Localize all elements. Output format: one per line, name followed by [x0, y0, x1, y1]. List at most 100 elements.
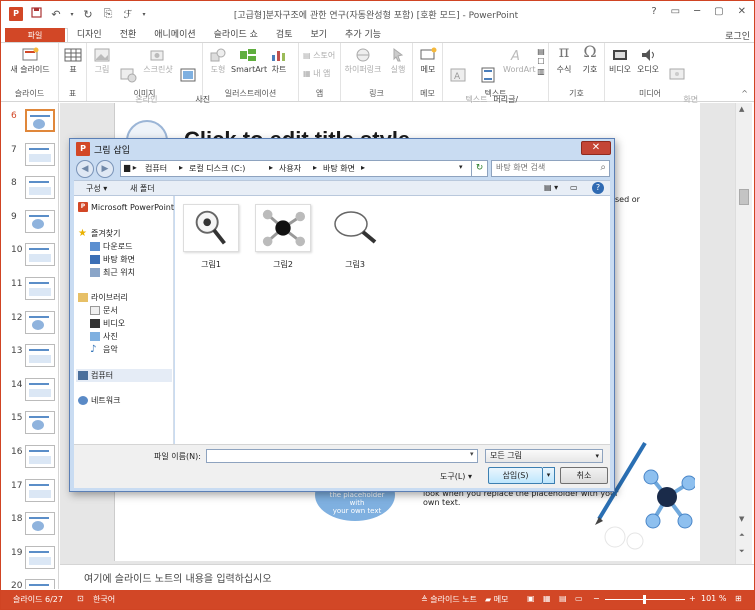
ribbon-display-icon[interactable]: ▭ — [671, 6, 680, 17]
file-item[interactable]: 그림2 — [253, 204, 313, 270]
slideshow-view-icon[interactable]: ▭ — [575, 594, 583, 603]
slide-thumbnail[interactable] — [25, 378, 55, 401]
login-link[interactable]: 로그인 — [725, 29, 750, 42]
dialog-title-bar[interactable]: P 그림 삽입 ✕ — [70, 139, 614, 159]
store-button[interactable]: ▤ 스토어 — [303, 51, 337, 61]
tab-addins[interactable]: 추가 기능 — [336, 28, 390, 43]
tab-animations[interactable]: 애니메이션 — [145, 28, 204, 43]
fit-slide-icon[interactable]: ⊞ — [735, 594, 742, 603]
dialog-close-icon[interactable]: ✕ — [581, 141, 611, 155]
spellcheck-icon[interactable]: ⊡ — [77, 594, 84, 603]
next-slide-icon[interactable]: ⏷ — [739, 547, 745, 556]
slide-thumbnail[interactable] — [25, 445, 55, 468]
action-button[interactable]: 실행 — [387, 47, 409, 75]
slide-thumbnail[interactable] — [25, 479, 55, 502]
nav-pictures[interactable]: 사진 — [90, 331, 118, 342]
previous-slide-icon[interactable]: ⏶ — [739, 531, 745, 540]
zoom-level[interactable]: 101 % — [701, 594, 726, 603]
table-button[interactable]: 표 — [63, 47, 83, 75]
forward-icon[interactable]: ▶ — [96, 160, 114, 178]
video-button[interactable]: 비디오 — [607, 47, 633, 75]
slide-thumbnail[interactable] — [25, 512, 55, 535]
tab-design[interactable]: 디자인 — [68, 28, 111, 43]
nav-network[interactable]: 네트워크 — [78, 395, 120, 406]
refresh-icon[interactable]: ↻ — [472, 160, 488, 177]
my-apps-button[interactable]: ▦ 내 앱 — [303, 69, 337, 79]
slide-thumbnail[interactable] — [25, 579, 55, 589]
nav-music[interactable]: ♪ 음악 — [90, 344, 118, 355]
filename-dropdown-icon[interactable]: ▾ — [470, 450, 474, 458]
picture-button[interactable]: 그림 — [91, 47, 113, 75]
comments-toggle[interactable]: ▰ 메모 — [485, 594, 508, 605]
nav-libraries[interactable]: 라이브러리 — [78, 292, 128, 303]
slide-thumbnail[interactable] — [25, 311, 55, 334]
nav-downloads[interactable]: 다운로드 — [90, 241, 132, 252]
organize-button[interactable]: 구성 ▾ — [86, 183, 107, 194]
nav-computer[interactable]: 컴퓨터 — [76, 369, 172, 382]
breadcrumb-desktop[interactable]: 바탕 화면 — [323, 163, 355, 174]
slide-thumbnail[interactable] — [25, 143, 55, 166]
slide-thumbnail[interactable] — [25, 176, 55, 199]
screenshot-button[interactable]: 스크린샷 — [143, 47, 173, 75]
nav-powerpoint[interactable]: P Microsoft PowerPoint — [78, 202, 174, 212]
language[interactable]: 한국어 — [93, 594, 115, 605]
scroll-up-icon[interactable]: ▲ — [739, 105, 744, 113]
audio-button[interactable]: 오디오 — [635, 47, 661, 75]
customize-dropdown-icon[interactable]: ▾ — [141, 11, 147, 18]
slide-thumbnail[interactable] — [25, 344, 55, 367]
symbol-button[interactable]: Ω 기호 — [579, 44, 601, 75]
presentation-icon[interactable]: ⎘ — [101, 7, 115, 21]
shapes-button[interactable]: 도형 — [207, 47, 229, 75]
search-icon[interactable]: ⌕ — [600, 162, 606, 173]
smartart-button[interactable]: SmartArt — [231, 47, 267, 75]
insert-button[interactable]: 삽입(S) — [488, 467, 543, 484]
redo-icon[interactable]: ↻ — [81, 8, 95, 21]
back-icon[interactable]: ◀ — [76, 160, 94, 178]
save-icon[interactable] — [29, 7, 43, 21]
collapse-ribbon-icon[interactable]: ^ — [741, 89, 748, 98]
undo-dropdown-icon[interactable]: ▾ — [69, 11, 75, 18]
new-folder-button[interactable]: 새 폴더 — [130, 183, 155, 194]
cancel-button[interactable]: 취소 — [560, 467, 608, 484]
wordart-button[interactable]: A WordArt — [503, 47, 535, 75]
tools-button[interactable]: 도구(L) ▾ — [440, 471, 472, 482]
chart-button[interactable]: 차트 — [267, 47, 291, 75]
notes-pane[interactable]: 여기에 슬라이드 노트의 내용을 입력하십시오 — [60, 564, 754, 590]
search-box[interactable]: ⌕ — [491, 160, 610, 177]
zoom-in-icon[interactable]: + — [689, 594, 696, 603]
breadcrumb-separator-icon[interactable]: ▸ — [313, 163, 317, 172]
notes-toggle[interactable]: ≜ 슬라이드 노트 — [421, 594, 477, 605]
breadcrumb-local-disk[interactable]: 로컬 디스크 (C:) — [189, 163, 245, 174]
slide-thumbnail[interactable] — [25, 546, 55, 569]
slide-thumbnail[interactable] — [25, 277, 55, 300]
hyperlink-button[interactable]: 하이퍼링크 — [343, 47, 383, 75]
dialog-help-icon[interactable]: ? — [592, 182, 604, 194]
filename-input[interactable] — [206, 449, 478, 463]
help-icon[interactable]: ? — [651, 6, 656, 17]
preview-pane-icon[interactable]: ▭ — [570, 183, 578, 192]
nav-recent[interactable]: 최근 위치 — [90, 267, 135, 278]
equation-button[interactable]: π 수식 — [553, 44, 575, 75]
new-slide-button[interactable]: 새 슬라이드 — [7, 47, 53, 75]
breadcrumb-separator-icon[interactable]: ▸ — [269, 163, 273, 172]
file-item[interactable]: 그림1 — [181, 204, 241, 270]
slide-thumbnail[interactable] — [25, 411, 55, 434]
tab-review[interactable]: 검토 — [267, 28, 302, 43]
maximize-icon[interactable]: ▢ — [714, 6, 723, 17]
insert-dropdown-icon[interactable]: ▾ — [543, 467, 555, 484]
reading-view-icon[interactable]: ▤ — [559, 594, 567, 603]
nav-favorites[interactable]: ★ 즐겨찾기 — [78, 228, 120, 239]
scroll-down-icon[interactable]: ▼ — [739, 515, 744, 523]
breadcrumb-separator-icon[interactable]: ▸ — [361, 163, 365, 172]
slide-thumbnail[interactable] — [25, 109, 55, 132]
slide-sorter-icon[interactable]: ▦ — [543, 594, 551, 603]
minimize-icon[interactable]: ─ — [694, 6, 700, 17]
customize-icon[interactable]: ℱ — [121, 8, 135, 21]
scrollbar-thumb[interactable] — [739, 189, 749, 205]
breadcrumb-users[interactable]: 사용자 — [279, 163, 301, 174]
tab-slideshow[interactable]: 슬라이드 쇼 — [205, 28, 267, 43]
nav-desktop[interactable]: 바탕 화면 — [90, 254, 135, 265]
file-item[interactable]: 그림3 — [325, 204, 385, 270]
search-input[interactable] — [496, 163, 594, 172]
slide-thumbnail[interactable] — [25, 243, 55, 266]
